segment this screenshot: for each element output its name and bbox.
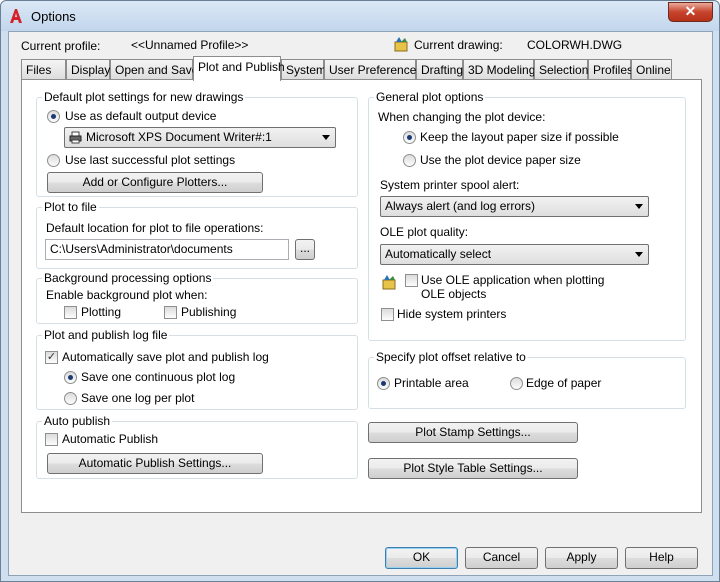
ok-button[interactable]: OK [385, 547, 458, 569]
group-title: Specify plot offset relative to [374, 350, 528, 364]
ole-quality-select[interactable]: Automatically select [380, 244, 649, 265]
printable-area-label: Printable area [394, 376, 469, 390]
publishing-label: Publishing [181, 305, 237, 319]
output-device-value: Microsoft XPS Document Writer#:1 [86, 130, 272, 144]
automatic-publish-label: Automatic Publish [62, 432, 159, 446]
default-plot-settings-group: Default plot settings for new drawings U… [36, 90, 358, 197]
plot-publish-log-group: Plot and publish log file ✓ Automaticall… [36, 328, 358, 410]
changing-device-label: When changing the plot device: [378, 110, 546, 124]
group-title: Plot and publish log file [42, 328, 170, 342]
group-title: Plot to file [42, 200, 99, 214]
use-ole-app-label: Use OLE application when plotting OLE ob… [421, 273, 605, 301]
plot-location-input[interactable]: C:\Users\Administrator\documents [45, 239, 289, 260]
tab-open-and-save[interactable]: Open and Save [110, 59, 198, 80]
help-button[interactable]: Help [625, 547, 698, 569]
dialog-client-area: Current profile: <<Unnamed Profile>> Cur… [8, 31, 713, 576]
ole-quality-value: Automatically select [385, 247, 492, 261]
enable-background-label: Enable background plot when: [46, 288, 208, 302]
close-icon: ✕ [684, 3, 697, 19]
use-default-device-radio[interactable] [47, 110, 60, 123]
tab-drafting[interactable]: Drafting [416, 59, 463, 80]
browse-location-button[interactable]: ... [295, 239, 315, 260]
plot-to-file-group: Plot to file Default location for plot t… [36, 200, 358, 269]
spool-alert-value: Always alert (and log errors) [385, 199, 536, 213]
group-title: General plot options [374, 90, 486, 104]
drawing-file-icon [394, 37, 408, 52]
plot-stamp-settings-button[interactable]: Plot Stamp Settings... [368, 422, 578, 443]
continuous-log-radio[interactable] [64, 371, 77, 384]
edge-of-paper-label: Edge of paper [526, 376, 602, 390]
plotting-checkbox[interactable] [64, 306, 77, 319]
tab-profiles[interactable]: Profiles [588, 59, 633, 80]
use-device-paper-radio[interactable] [403, 154, 416, 167]
tab-user-preferences[interactable]: User Preferences [324, 59, 422, 80]
close-button[interactable]: ✕ [668, 2, 713, 22]
tab-3d-modeling[interactable]: 3D Modeling [463, 59, 535, 80]
printer-icon [69, 131, 82, 144]
current-profile-value: <<Unnamed Profile>> [131, 38, 249, 52]
spool-alert-select[interactable]: Always alert (and log errors) [380, 196, 649, 217]
tab-selection[interactable]: Selection [534, 59, 588, 80]
window-title: Options [31, 9, 76, 24]
tab-online[interactable]: Online [631, 59, 672, 80]
use-ole-app-checkbox[interactable] [405, 274, 418, 287]
group-title: Default plot settings for new drawings [42, 90, 246, 104]
cancel-button[interactable]: Cancel [465, 547, 538, 569]
plot-and-publish-panel: Default plot settings for new drawings U… [21, 79, 702, 513]
current-drawing-label: Current drawing: [414, 38, 503, 52]
chevron-down-icon [635, 252, 643, 257]
publishing-checkbox[interactable] [164, 306, 177, 319]
current-profile-label: Current profile: [21, 39, 101, 53]
use-last-settings-label: Use last successful plot settings [65, 153, 236, 167]
auto-save-log-label: Automatically save plot and publish log [62, 350, 269, 364]
edge-of-paper-radio[interactable] [510, 377, 523, 390]
continuous-log-label: Save one continuous plot log [81, 370, 236, 384]
options-dialog: Options ✕ Current profile: <<Unnamed Pro… [0, 0, 720, 582]
tab-system[interactable]: System [281, 59, 326, 80]
add-configure-plotters-button[interactable]: Add or Configure Plotters... [47, 172, 263, 193]
tab-display[interactable]: Display [66, 59, 110, 80]
spool-alert-label: System printer spool alert: [380, 178, 520, 192]
current-drawing-value: COLORWH.DWG [527, 38, 623, 52]
log-per-plot-label: Save one log per plot [81, 391, 195, 405]
keep-layout-paper-label: Keep the layout paper size if possible [420, 130, 619, 144]
auto-publish-group: Auto publish Automatic Publish Automatic… [36, 414, 358, 479]
plot-location-label: Default location for plot to file operat… [46, 221, 264, 235]
chevron-down-icon [635, 204, 643, 209]
log-per-plot-radio[interactable] [64, 392, 77, 405]
hide-system-printers-checkbox[interactable] [381, 308, 394, 321]
title-bar[interactable]: Options ✕ [1, 1, 719, 31]
plot-offset-group: Specify plot offset relative to Printabl… [368, 350, 686, 409]
keep-layout-paper-radio[interactable] [403, 131, 416, 144]
printable-area-radio[interactable] [377, 377, 390, 390]
output-device-select[interactable]: Microsoft XPS Document Writer#:1 [64, 127, 336, 148]
group-title: Auto publish [42, 414, 113, 428]
use-last-settings-radio[interactable] [47, 154, 60, 167]
ole-quality-label: OLE plot quality: [380, 225, 469, 239]
tab-plot-and-publish[interactable]: Plot and Publish [193, 56, 285, 81]
plotting-label: Plotting [81, 305, 122, 319]
use-default-device-label: Use as default output device [65, 109, 217, 123]
plot-style-table-settings-button[interactable]: Plot Style Table Settings... [368, 458, 578, 479]
hide-system-printers-label: Hide system printers [397, 307, 507, 321]
automatic-publish-settings-button[interactable]: Automatic Publish Settings... [47, 453, 263, 474]
general-plot-options-group: General plot options When changing the p… [368, 90, 686, 341]
use-device-paper-label: Use the plot device paper size [420, 153, 581, 167]
group-title: Background processing options [42, 271, 214, 285]
chevron-down-icon [322, 135, 330, 140]
automatic-publish-checkbox[interactable] [45, 433, 58, 446]
autocad-logo-icon [10, 9, 22, 23]
background-processing-group: Background processing options Enable bac… [36, 271, 358, 324]
apply-button[interactable]: Apply [545, 547, 618, 569]
auto-save-log-checkbox[interactable]: ✓ [45, 351, 58, 364]
ole-drawing-icon [382, 275, 396, 290]
tab-files[interactable]: Files [21, 59, 66, 80]
